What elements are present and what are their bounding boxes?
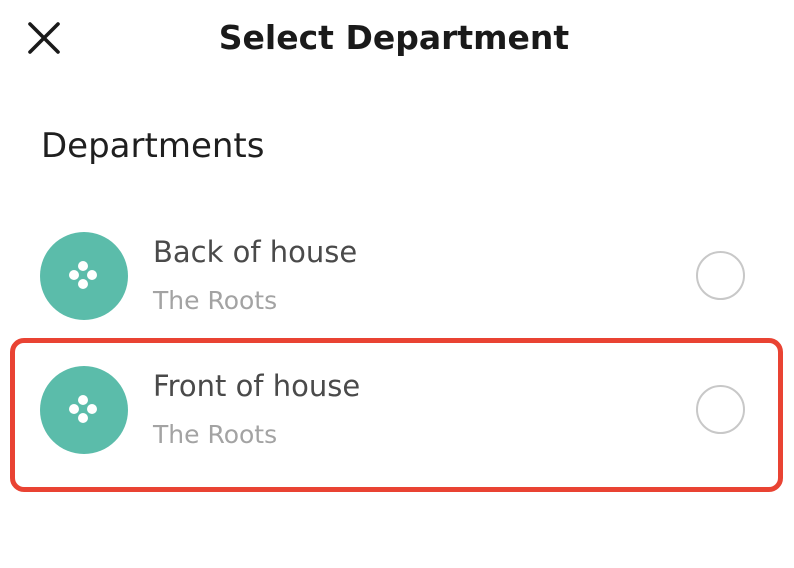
department-name: Back of house [153,235,358,269]
department-avatar [40,366,128,454]
department-avatar [40,232,128,320]
department-radio[interactable] [696,385,745,434]
department-location: The Roots [153,286,278,315]
department-radio[interactable] [696,251,745,300]
page-title: Select Department [218,18,570,57]
section-title: Departments [41,126,265,166]
department-location: The Roots [153,420,278,449]
department-row-back-of-house[interactable]: Back of house The Roots [0,210,794,344]
department-name: Front of house [153,369,361,403]
four-dots-icon [69,395,97,423]
header: Select Department [0,0,794,78]
department-row-front-of-house[interactable]: Front of house The Roots [0,344,794,478]
four-dots-icon [69,261,97,289]
